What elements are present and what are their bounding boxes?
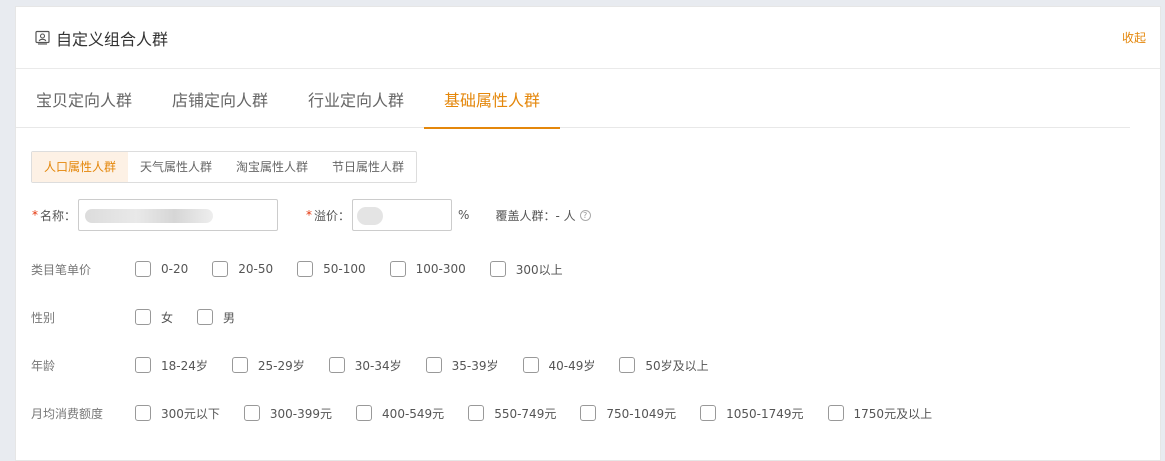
spend-option[interactable]: 400-549元: [356, 405, 444, 422]
spend-option[interactable]: 1050-1749元: [700, 405, 804, 422]
checkbox[interactable]: [135, 405, 151, 421]
tab-basic-attribute-crowd[interactable]: 基础属性人群: [424, 77, 561, 129]
tab-industry-crowd[interactable]: 行业定向人群: [288, 77, 424, 128]
price-option[interactable]: 300以上: [489, 261, 563, 278]
collapse-link[interactable]: 收起: [1122, 29, 1146, 46]
checkbox[interactable]: [212, 261, 229, 277]
crowd-type-tabs: 宝贝定向人群 店铺定向人群 行业定向人群 基础属性人群: [16, 77, 1130, 129]
price-filter-row: 类目笔单价 0-20 20-50 50-100 100-300 300以上: [31, 259, 587, 279]
checkbox[interactable]: [197, 309, 214, 325]
spend-option[interactable]: 300元以下: [135, 405, 220, 422]
gender-filter-label: 性别: [31, 310, 56, 325]
price-option[interactable]: 50-100: [297, 261, 366, 277]
age-option[interactable]: 18-24岁: [135, 357, 208, 374]
age-option[interactable]: 40-49岁: [522, 357, 595, 374]
price-option[interactable]: 100-300: [389, 261, 466, 277]
tab-item-crowd[interactable]: 宝贝定向人群: [16, 77, 152, 128]
spend-option[interactable]: 1750元及以上: [827, 405, 932, 422]
checkbox[interactable]: [231, 357, 248, 373]
subtab-holiday[interactable]: 节日属性人群: [320, 152, 416, 182]
premium-input[interactable]: [352, 199, 453, 231]
checkbox[interactable]: [827, 405, 844, 421]
checkbox[interactable]: [619, 357, 636, 373]
checkbox[interactable]: [580, 405, 597, 421]
spend-filter-row: 月均消费额度 300元以下 300-399元 400-549元 550-749元…: [31, 403, 956, 423]
spend-filter-label: 月均消费额度: [31, 406, 104, 421]
name-premium-row: * 名称： * 溢价： % 覆盖人群： - 人 ?: [32, 199, 591, 231]
gender-filter-row: 性别 女 男: [31, 307, 259, 327]
price-option[interactable]: 20-50: [212, 261, 273, 277]
help-icon[interactable]: ?: [579, 209, 591, 221]
age-filter-label: 年龄: [31, 358, 56, 373]
premium-label: 溢价：: [314, 208, 351, 223]
checkbox[interactable]: [522, 357, 539, 373]
spend-option[interactable]: 300-399元: [243, 405, 332, 422]
checkbox[interactable]: [700, 405, 717, 421]
price-option[interactable]: 0-20: [135, 261, 188, 277]
subtab-taobao[interactable]: 淘宝属性人群: [224, 152, 320, 182]
price-filter-label: 类目笔单价: [31, 262, 92, 277]
age-filter-row: 年龄 18-24岁 25-29岁 30-34岁 35-39岁 40-49岁 50…: [31, 355, 733, 375]
checkbox[interactable]: [135, 309, 151, 325]
checkbox[interactable]: [489, 261, 506, 277]
subtab-weather[interactable]: 天气属性人群: [128, 152, 224, 182]
checkbox[interactable]: [243, 405, 260, 421]
age-option[interactable]: 35-39岁: [425, 357, 499, 374]
age-option[interactable]: 30-34岁: [328, 357, 402, 374]
coverage-value: - 人: [555, 208, 576, 223]
required-mark: *: [32, 208, 38, 222]
age-option[interactable]: 50岁及以上: [619, 357, 709, 374]
subtab-demographic[interactable]: 人口属性人群: [32, 152, 129, 182]
checkbox[interactable]: [356, 405, 373, 421]
checkbox[interactable]: [468, 405, 485, 421]
coverage-label: 覆盖人群：: [495, 208, 556, 223]
panel-title-text: 自定义组合人群: [56, 29, 169, 49]
checkbox[interactable]: [135, 261, 151, 277]
checkbox[interactable]: [135, 357, 151, 373]
spend-option[interactable]: 750-1049元: [580, 405, 676, 422]
name-input[interactable]: [78, 199, 279, 231]
spend-option[interactable]: 550-749元: [468, 405, 556, 422]
gender-option[interactable]: 男: [197, 309, 235, 326]
checkbox[interactable]: [389, 261, 406, 277]
percent-unit: %: [458, 208, 470, 222]
redacted-value: [357, 207, 384, 225]
attribute-subtabs: 人口属性人群 天气属性人群 淘宝属性人群 节日属性人群: [31, 151, 418, 183]
required-mark: *: [306, 208, 313, 222]
crowd-card-icon: [35, 30, 50, 45]
name-label: 名称：: [40, 208, 77, 223]
gender-option[interactable]: 女: [135, 309, 173, 326]
panel-header: 自定义组合人群 收起: [16, 7, 1160, 69]
checkbox[interactable]: [297, 261, 314, 277]
checkbox[interactable]: [425, 357, 442, 373]
redacted-value: [85, 209, 214, 223]
tab-shop-crowd[interactable]: 店铺定向人群: [152, 77, 288, 128]
panel-title: 自定义组合人群: [35, 26, 168, 50]
checkbox[interactable]: [328, 357, 345, 373]
age-option[interactable]: 25-29岁: [231, 357, 305, 374]
custom-crowd-panel: 自定义组合人群 收起: [15, 6, 1161, 461]
